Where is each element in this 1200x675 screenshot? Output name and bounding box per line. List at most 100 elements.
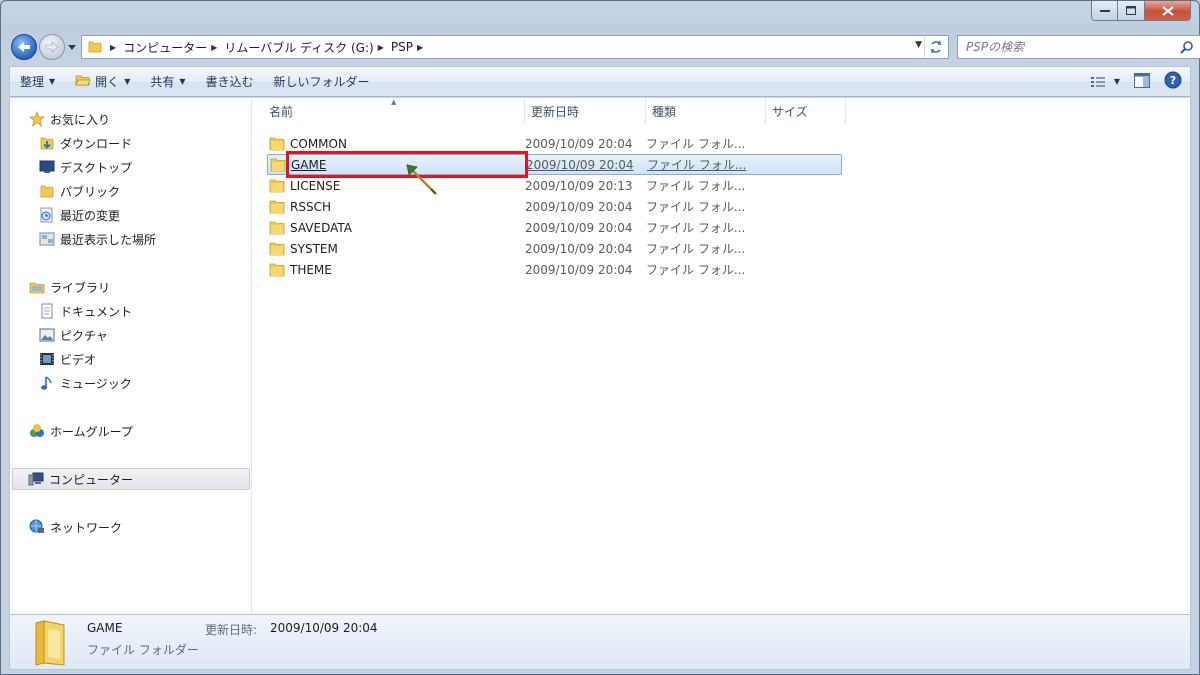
file-row[interactable]: THEME 2009/10/09 20:04 ファイル フォル... xyxy=(267,259,842,280)
refresh-button[interactable] xyxy=(924,37,946,57)
address-bar[interactable]: ▶ コンピューター ▶ リムーバブル ディスク (G:) ▶ PSP ▶ ▼ xyxy=(81,35,949,59)
file-date: 2009/10/09 20:13 xyxy=(525,178,633,193)
breadcrumb-label: PSP xyxy=(390,40,413,54)
column-header-type[interactable]: 種類 xyxy=(646,98,766,124)
downloads-folder-icon xyxy=(38,135,56,151)
file-name: RSSCH xyxy=(290,199,331,214)
column-header-date[interactable]: 更新日時 xyxy=(525,98,646,124)
file-list-pane: ▲ 名前 更新日時 種類 サイズ COMMON 2009/10/09 20:04… xyxy=(253,98,1190,614)
details-type: ファイル フォルダー xyxy=(87,643,199,657)
organize-button[interactable]: 整理 ▼ xyxy=(10,70,65,94)
search-box[interactable] xyxy=(957,35,1200,59)
file-row-selected[interactable]: GAME 2009/10/09 20:04 ファイル フォル... xyxy=(267,154,842,175)
maximize-icon xyxy=(1126,6,1136,15)
details-date: 2009/10/09 20:04 xyxy=(270,621,378,635)
new-folder-button[interactable]: 新しいフォルダー xyxy=(264,70,380,94)
search-input[interactable] xyxy=(958,40,1168,54)
details-view-icon xyxy=(1090,76,1105,87)
column-label: 名前 xyxy=(269,104,294,119)
nav-recent-changes[interactable]: 最近の変更 xyxy=(38,204,120,226)
column-header-name[interactable]: ▲ 名前 xyxy=(253,98,525,124)
chevron-down-icon: ▼ xyxy=(1113,77,1120,86)
back-button[interactable] xyxy=(11,34,37,60)
file-date: 2009/10/09 20:04 xyxy=(525,136,633,151)
breadcrumb-item[interactable]: コンピューター ▶ xyxy=(123,36,224,58)
column-header-size[interactable]: サイズ xyxy=(766,98,846,124)
nav-libraries[interactable]: ライブラリ xyxy=(28,276,110,298)
explorer-window: ▶ コンピューター▶ リムーバブル ディスク (G:)▶ PSP▶ ▼ 整理 ▼ … xyxy=(0,0,1200,675)
refresh-icon xyxy=(929,41,942,53)
recent-changes-icon xyxy=(38,207,56,223)
help-button[interactable]: ? xyxy=(1164,71,1182,92)
nav-videos[interactable]: ビデオ xyxy=(38,348,96,370)
file-name: SYSTEM xyxy=(290,241,338,256)
file-date: 2009/10/09 20:04 xyxy=(525,199,633,214)
file-row[interactable]: LICENSE 2009/10/09 20:13 ファイル フォル... xyxy=(267,175,842,196)
navigation-bar: ▶ コンピューター ▶ リムーバブル ディスク (G:) ▶ PSP ▶ ▼ xyxy=(9,31,1200,63)
column-label: 種類 xyxy=(652,104,677,119)
recent-pages-dropdown[interactable] xyxy=(67,41,77,53)
forward-arrow-icon xyxy=(45,41,59,53)
breadcrumb-root-arrow[interactable]: ▶ xyxy=(106,36,123,58)
nav-label: デスクトップ xyxy=(60,160,133,175)
folder-icon xyxy=(269,262,287,278)
music-icon xyxy=(38,375,56,391)
view-options-button[interactable]: ▼ xyxy=(1090,75,1120,89)
maximize-button[interactable] xyxy=(1118,1,1145,21)
nav-homegroup[interactable]: ホームグループ xyxy=(28,420,133,442)
nav-pictures[interactable]: ピクチャ xyxy=(38,324,108,346)
breadcrumb-label: コンピューター xyxy=(123,40,208,55)
nav-music[interactable]: ミュージック xyxy=(38,372,132,394)
videos-icon xyxy=(38,351,56,367)
file-type: ファイル フォル... xyxy=(646,179,746,193)
nav-documents[interactable]: ドキュメント xyxy=(38,300,132,322)
nav-downloads[interactable]: ダウンロード xyxy=(38,132,132,154)
nav-label: 最近表示した場所 xyxy=(60,232,157,247)
preview-pane-button[interactable] xyxy=(1134,72,1150,91)
file-row[interactable]: COMMON 2009/10/09 20:04 ファイル フォル... xyxy=(267,133,842,154)
chevron-down-icon: ▼ xyxy=(124,77,131,86)
folder-icon xyxy=(269,220,287,236)
breadcrumb-item[interactable]: リムーバブル ディスク (G:) ▶ xyxy=(224,36,391,58)
command-bar: 整理 ▼ 開く ▼ 共有 ▼ 書き込む 新しいフォルダー ▼ ? xyxy=(9,66,1191,97)
nav-label: 最近の変更 xyxy=(60,208,121,223)
forward-button[interactable] xyxy=(39,34,65,60)
file-row[interactable]: SAVEDATA 2009/10/09 20:04 ファイル フォル... xyxy=(267,217,842,238)
nav-label: ドキュメント xyxy=(60,304,133,319)
column-label: 更新日時 xyxy=(531,104,580,119)
open-button[interactable]: 開く ▼ xyxy=(65,70,140,94)
nav-computer[interactable]: コンピューター xyxy=(12,468,250,490)
close-button[interactable] xyxy=(1145,1,1191,21)
file-row[interactable]: SYSTEM 2009/10/09 20:04 ファイル フォル... xyxy=(267,238,842,259)
nav-recent-places[interactable]: 最近表示した場所 xyxy=(38,228,156,250)
file-row[interactable]: RSSCH 2009/10/09 20:04 ファイル フォル... xyxy=(267,196,842,217)
folder-icon xyxy=(38,183,56,199)
chevron-down-icon: ▼ xyxy=(179,77,186,86)
minimize-icon xyxy=(1099,9,1110,12)
new-folder-label: 新しいフォルダー xyxy=(273,75,370,89)
nav-public[interactable]: パブリック xyxy=(38,180,120,202)
details-date-label: 更新日時: xyxy=(205,623,258,637)
minimize-button[interactable] xyxy=(1091,1,1118,21)
chevron-down-icon xyxy=(68,44,76,50)
file-date: 2009/10/09 20:04 xyxy=(525,220,633,235)
nav-label: ダウンロード xyxy=(60,136,133,151)
address-history-dropdown[interactable]: ▼ xyxy=(915,40,922,50)
nav-network[interactable]: ネットワーク xyxy=(28,516,122,538)
nav-favorites[interactable]: お気に入り xyxy=(28,108,110,130)
nav-label: お気に入り xyxy=(50,112,111,127)
folder-icon xyxy=(269,199,287,215)
share-button[interactable]: 共有 ▼ xyxy=(140,70,195,94)
nav-label: ホームグループ xyxy=(50,424,133,439)
documents-icon xyxy=(38,303,56,319)
breadcrumb-item[interactable]: PSP ▶ xyxy=(391,36,430,58)
burn-button[interactable]: 書き込む xyxy=(196,70,264,94)
details-name: GAME xyxy=(87,621,123,635)
file-type: ファイル フォル... xyxy=(647,158,747,172)
caption-buttons xyxy=(1091,1,1191,21)
file-type: ファイル フォル... xyxy=(646,263,746,277)
nav-desktop[interactable]: デスクトップ xyxy=(38,156,132,178)
nav-label: ライブラリ xyxy=(50,280,111,295)
open-folder-icon xyxy=(75,73,91,90)
search-icon[interactable] xyxy=(1180,40,1194,57)
